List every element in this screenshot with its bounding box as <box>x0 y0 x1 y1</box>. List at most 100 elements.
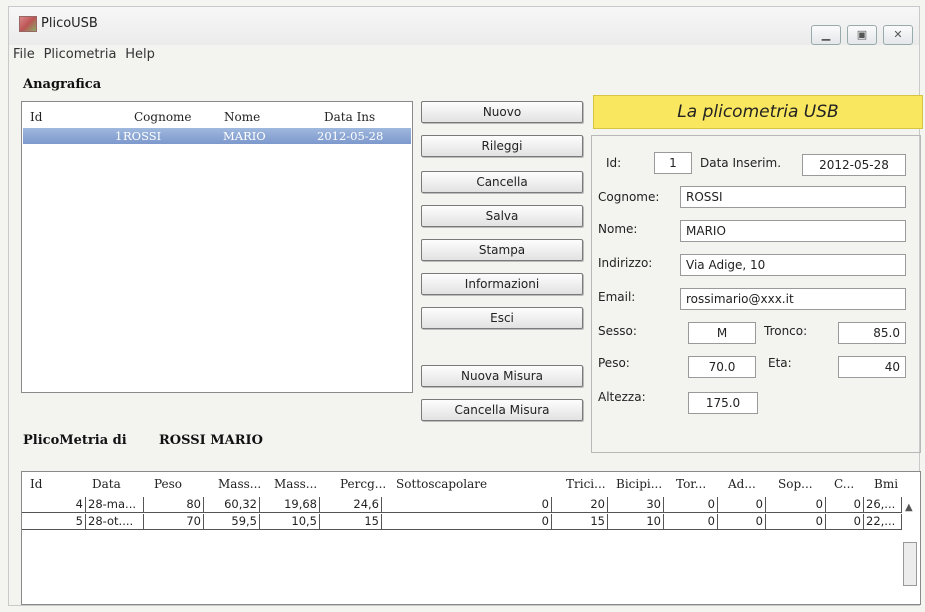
maximize-button[interactable]: ▣ <box>847 25 877 45</box>
misure-title-prefix: PlicoMetria di <box>23 433 127 448</box>
salva-button[interactable]: Salva <box>421 205 583 227</box>
altezza-field[interactable]: 175.0 <box>688 392 758 414</box>
table-row[interactable]: 4 28-ma... 80 60,32 19,68 24,6 0 20 30 0… <box>22 497 902 513</box>
indirizzo-label: Indirizzo: <box>598 256 653 270</box>
cell-bmi: 26,... <box>864 497 902 513</box>
cell-massa-magra: 60,32 <box>204 497 260 513</box>
sesso-field[interactable]: M <box>688 322 756 344</box>
mcol-addome[interactable]: Ad... <box>728 477 756 491</box>
mcol-tricipite[interactable]: Trici... <box>566 477 606 491</box>
col-header-nome[interactable]: Nome <box>224 110 260 124</box>
mcol-bicipite[interactable]: Bicipi... <box>616 477 662 491</box>
mcol-id[interactable]: Id <box>30 477 42 491</box>
scroll-up-icon[interactable]: ▲ <box>905 502 913 513</box>
minimize-icon: ▁ <box>821 28 831 41</box>
tronco-label: Tronco: <box>764 324 808 338</box>
menu-help[interactable]: Help <box>125 45 155 65</box>
cell-addome: 0 <box>718 497 766 513</box>
anagrafica-selected-row[interactable]: 1 ROSSI MARIO 2012-05-28 <box>23 128 411 144</box>
mcol-sopra[interactable]: Sop... <box>778 477 813 491</box>
nuovo-button[interactable]: Nuovo <box>421 101 583 123</box>
maximize-icon: ▣ <box>856 28 868 41</box>
nome-field[interactable]: MARIO <box>680 220 906 242</box>
stampa-button[interactable]: Stampa <box>421 239 583 261</box>
app-icon <box>19 16 37 32</box>
cell-data: 28-ma... <box>86 497 144 513</box>
cell-percg: 15 <box>320 514 382 530</box>
cell-massa-grassa: 19,68 <box>260 497 320 513</box>
cell-tricipite: 15 <box>552 514 608 530</box>
rileggi-button[interactable]: Rileggi <box>421 135 583 157</box>
title-bar: PlicoUSB ▁ ▣ ✕ <box>9 7 919 45</box>
mcol-sottoscapolare[interactable]: Sottoscapolare <box>396 477 487 491</box>
anagrafica-form: Id: 1 Data Inserim. 2012-05-28 Cognome: … <box>591 135 921 453</box>
anagrafica-title: Anagrafica <box>23 77 102 92</box>
menu-bar: File Plicometria Help <box>9 45 919 65</box>
mcol-massa-magra[interactable]: Mass... <box>218 477 261 491</box>
cancella-misura-button[interactable]: Cancella Misura <box>421 399 583 421</box>
cancella-button[interactable]: Cancella <box>421 171 583 193</box>
cognome-label: Cognome: <box>598 190 660 204</box>
cell-percg: 24,6 <box>320 497 382 513</box>
informazioni-button[interactable]: Informazioni <box>421 273 583 295</box>
close-icon: ✕ <box>893 28 903 41</box>
cell-sottoscapolare: 0 <box>382 497 552 513</box>
eta-field[interactable]: 40 <box>838 356 906 378</box>
row-cognome: ROSSI <box>123 129 162 143</box>
window-title: PlicoUSB <box>41 16 98 31</box>
misure-title-name: ROSSI MARIO <box>159 433 263 448</box>
peso-field[interactable]: 70.0 <box>688 356 756 378</box>
data-inserim-field[interactable]: 2012-05-28 <box>802 154 906 176</box>
anagrafica-grid[interactable]: Id Cognome Nome Data Ins 1 ROSSI MARIO 2… <box>21 101 413 393</box>
cell-torace: 0 <box>664 497 718 513</box>
mcol-massa-grassa[interactable]: Mass... <box>274 477 317 491</box>
cell-tricipite: 20 <box>552 497 608 513</box>
id-field[interactable]: 1 <box>654 152 692 174</box>
cell-massa-magra: 59,5 <box>204 514 260 530</box>
menu-file[interactable]: File <box>13 45 35 65</box>
cell-data: 28-ot.... <box>86 514 144 530</box>
cognome-field[interactable]: ROSSI <box>680 186 906 208</box>
altezza-label: Altezza: <box>598 390 646 404</box>
mcol-coscia[interactable]: C... <box>834 477 854 491</box>
cell-id: 5 <box>22 514 86 530</box>
indirizzo-field[interactable]: Via Adige, 10 <box>680 254 906 276</box>
esci-button[interactable]: Esci <box>421 307 583 329</box>
cell-massa-grassa: 10,5 <box>260 514 320 530</box>
col-header-data-ins[interactable]: Data Ins <box>324 110 375 124</box>
misure-scrollbar[interactable]: ▲ <box>902 502 918 602</box>
email-field[interactable]: rossimario@xxx.it <box>680 288 906 310</box>
mcol-peso[interactable]: Peso <box>154 477 182 491</box>
close-button[interactable]: ✕ <box>883 25 913 45</box>
nuova-misura-button[interactable]: Nuova Misura <box>421 365 583 387</box>
misure-grid[interactable]: Id Data Peso Mass... Mass... Percg... So… <box>21 471 921 605</box>
mcol-torace[interactable]: Tor... <box>676 477 706 491</box>
cell-bmi: 22,... <box>864 514 902 530</box>
col-header-id[interactable]: Id <box>30 110 42 124</box>
cell-bicipite: 10 <box>608 514 664 530</box>
cell-peso: 70 <box>144 514 204 530</box>
cell-sopra: 0 <box>766 514 826 530</box>
cell-peso: 80 <box>144 497 204 513</box>
cell-coscia: 0 <box>826 514 864 530</box>
mcol-data[interactable]: Data <box>92 477 121 491</box>
cell-sopra: 0 <box>766 497 826 513</box>
minimize-button[interactable]: ▁ <box>811 25 841 45</box>
cell-bicipite: 30 <box>608 497 664 513</box>
menu-plicometria[interactable]: Plicometria <box>44 45 117 65</box>
banner-title: La plicometria USB <box>593 95 923 129</box>
col-header-cognome[interactable]: Cognome <box>134 110 192 124</box>
eta-label: Eta: <box>768 356 792 370</box>
mcol-bmi[interactable]: Bmi <box>874 477 898 491</box>
row-nome: MARIO <box>223 129 266 143</box>
scroll-thumb[interactable] <box>903 542 917 586</box>
nome-label: Nome: <box>598 222 638 236</box>
tronco-field[interactable]: 85.0 <box>838 322 906 344</box>
cell-torace: 0 <box>664 514 718 530</box>
row-data: 2012-05-28 <box>317 129 384 143</box>
main-window: PlicoUSB ▁ ▣ ✕ File Plicometria Help Ana… <box>8 6 923 606</box>
mcol-percg[interactable]: Percg... <box>340 477 386 491</box>
cell-coscia: 0 <box>826 497 864 513</box>
table-row[interactable]: 5 28-ot.... 70 59,5 10,5 15 0 15 10 0 0 … <box>22 514 902 530</box>
row-id: 1 <box>115 129 123 143</box>
